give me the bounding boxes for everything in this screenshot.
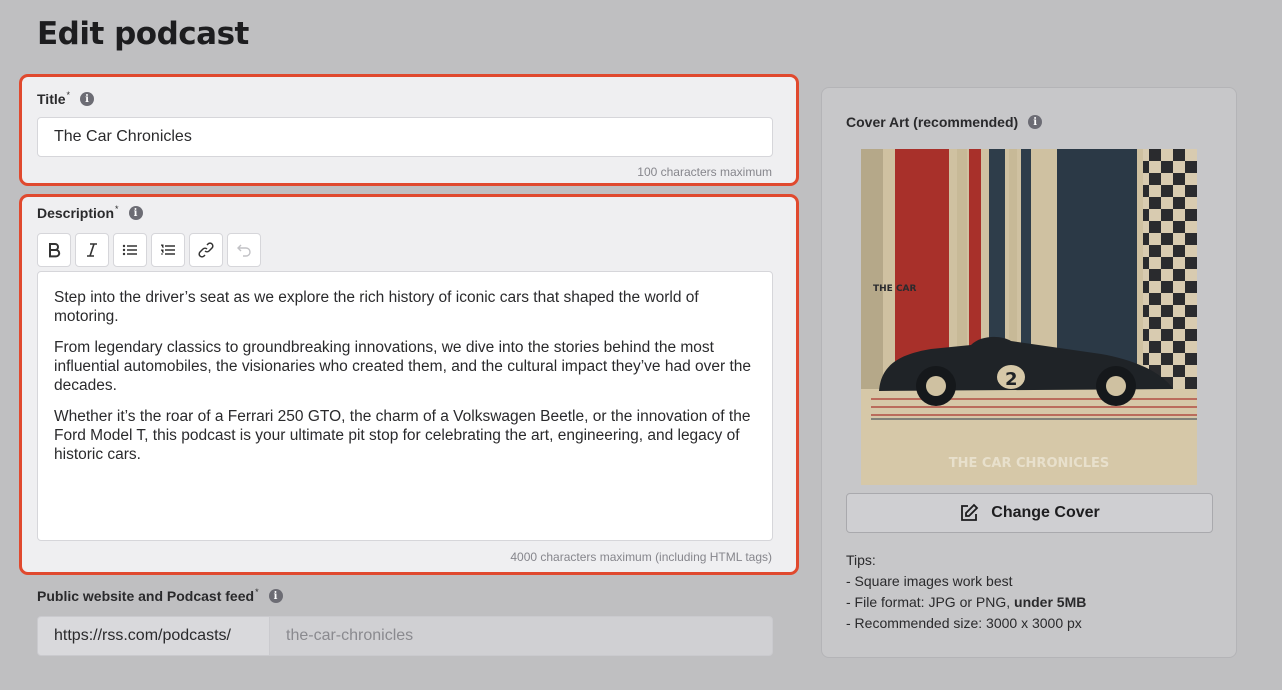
info-icon[interactable]: i (268, 589, 283, 603)
link-button[interactable] (189, 233, 223, 267)
required-mark: * (255, 587, 259, 597)
tip-item: - Square images work best (846, 573, 1013, 589)
description-editor[interactable]: Step into the driver’s seat as we explor… (37, 271, 773, 541)
required-mark: * (115, 204, 119, 214)
cover-art-panel: Cover Art (recommended) i THE CAR 2 THE … (821, 87, 1237, 658)
bold-button[interactable] (37, 233, 71, 267)
info-icon[interactable]: i (80, 92, 95, 106)
public-website-label-text: Public website and Podcast feed (37, 588, 255, 604)
cover-art-label: Cover Art (recommended) i (846, 114, 1043, 130)
tips-heading: Tips: (846, 552, 876, 568)
cover-art-label-text: Cover Art (recommended) (846, 114, 1019, 130)
title-label: Title * i (37, 90, 95, 107)
italic-button[interactable] (75, 233, 109, 267)
title-label-text: Title (37, 91, 66, 107)
page-title: Edit podcast (37, 16, 249, 52)
tip-item: - File format: JPG or PNG, under 5MB (846, 592, 1086, 613)
cover-art-image: THE CAR 2 THE CAR CHRONICLES (861, 149, 1197, 485)
cover-art-text-bottom: THE CAR CHRONICLES (949, 456, 1110, 471)
required-mark: * (66, 90, 71, 100)
change-cover-label: Change Cover (991, 504, 1100, 521)
description-hint: 4000 characters maximum (including HTML … (510, 550, 772, 564)
description-label: Description * i (37, 204, 143, 221)
change-cover-button[interactable]: Change Cover (846, 493, 1213, 533)
title-hint: 100 characters maximum (637, 165, 772, 179)
public-website-label: Public website and Podcast feed * i (37, 587, 283, 604)
title-field-section: Title * i The Car Chronicles 100 characte… (19, 74, 799, 186)
undo-icon (237, 244, 251, 257)
numbered-list-icon (161, 244, 175, 255)
description-paragraph: Whether it’s the roar of a Ferrari 250 G… (54, 408, 751, 463)
info-icon[interactable]: i (1028, 115, 1043, 129)
italic-icon (87, 243, 97, 257)
numbered-list-button[interactable] (151, 233, 185, 267)
description-paragraph: Step into the driver’s seat as we explor… (54, 289, 699, 325)
undo-button[interactable] (227, 233, 261, 267)
title-input[interactable]: The Car Chronicles (37, 117, 773, 157)
cover-art-text-top: THE CAR (873, 284, 917, 294)
info-icon[interactable]: i (128, 206, 143, 220)
tip-text: - File format: JPG or PNG, (846, 594, 1015, 610)
edit-icon (961, 503, 979, 521)
description-field-section: Description * i Step into the driver’s se… (19, 194, 799, 575)
bold-icon (49, 243, 61, 258)
description-paragraph: From legendary classics to groundbreakin… (54, 339, 752, 394)
bullet-list-icon (122, 244, 137, 256)
tip-bold-text: under 5MB (1014, 594, 1087, 610)
tip-item: - Recommended size: 3000 x 3000 px (846, 615, 1082, 631)
url-slug-input[interactable]: the-car-chronicles (269, 616, 773, 656)
url-prefix: https://rss.com/podcasts/ (37, 616, 270, 656)
tips: Tips: - Square images work best - File f… (846, 550, 1086, 634)
editor-toolbar (37, 233, 261, 267)
bullet-list-button[interactable] (113, 233, 147, 267)
cover-art-number: 2 (1005, 369, 1018, 390)
link-icon (198, 242, 214, 258)
description-label-text: Description (37, 205, 115, 221)
